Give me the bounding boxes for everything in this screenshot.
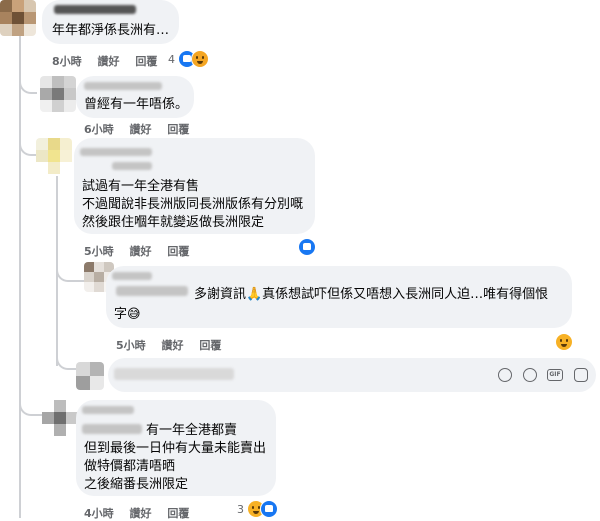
comment-time[interactable]: 8小時 <box>52 55 82 68</box>
comment-text: 年年都淨係長洲有… <box>52 23 170 38</box>
thread-connector <box>56 258 86 282</box>
comment-time[interactable]: 4小時 <box>84 507 114 520</box>
reaction-summary[interactable] <box>555 333 573 351</box>
reply-input[interactable]: GIF <box>108 358 596 392</box>
like-action[interactable]: 讚好 <box>130 507 152 520</box>
comment-time[interactable]: 5小時 <box>84 245 114 258</box>
comment-time[interactable]: 5小時 <box>116 339 146 352</box>
comment-bubble: 曾經有一年唔係。 <box>76 76 194 118</box>
comment-text-line: 做特價都清唔晒 <box>84 459 176 474</box>
comment-bubble: 有一年全港都賣 但到最後一日仲有大量未能賣出 做特價都清唔晒 之後縮番長洲限定 <box>76 400 276 496</box>
reaction-summary[interactable] <box>298 238 316 256</box>
commenter-name[interactable] <box>80 148 152 156</box>
comment-text-line: 有一年全港都賣 <box>146 423 238 438</box>
comment-meta: 4小時 讚好 回覆 <box>84 505 201 521</box>
reply-action[interactable]: 回覆 <box>135 55 157 68</box>
comment-text-line: 但到最後一日仲有大量未能賣出 <box>84 441 267 456</box>
comment-meta: 6小時 讚好 回覆 <box>84 121 201 137</box>
avatar[interactable] <box>40 76 76 112</box>
avatar[interactable] <box>42 400 78 436</box>
commenter-name[interactable] <box>82 406 134 414</box>
commenter-name[interactable] <box>84 82 162 90</box>
reaction-count: 4 <box>168 52 175 66</box>
reply-action[interactable]: 回覆 <box>167 123 189 136</box>
comment-text-line: 字😅 <box>114 307 141 322</box>
thread-connector <box>19 74 37 94</box>
commenter-name-line2[interactable] <box>116 286 188 296</box>
avatar[interactable] <box>0 0 36 36</box>
like-action[interactable]: 讚好 <box>130 123 152 136</box>
like-action[interactable]: 讚好 <box>162 339 184 352</box>
thread-connector <box>19 136 37 156</box>
comment-bubble: 多謝資訊🙏真係想試吓但係又唔想入長洲同人迫…唯有得個恨 字😅 <box>106 266 572 328</box>
like-icon <box>298 238 316 256</box>
reply-action[interactable]: 回覆 <box>199 339 221 352</box>
thread-connector <box>19 396 43 416</box>
comment-bubble: 年年都淨係長洲有… <box>42 0 179 44</box>
reply-action[interactable]: 回覆 <box>167 245 189 258</box>
sad-emoji-icon <box>191 50 209 68</box>
comment-meta: 5小時 讚好 回覆 <box>84 243 201 259</box>
commenter-name-line2[interactable] <box>82 424 142 434</box>
input-placeholder-blur <box>114 368 234 380</box>
commenter-name[interactable] <box>54 5 136 14</box>
like-icon <box>260 500 278 518</box>
comment-meta: 5小時 讚好 回覆 <box>116 337 233 353</box>
comment-time[interactable]: 6小時 <box>84 123 114 136</box>
comment-bubble: 試過有一年全港有售 不過聞說非長洲版同長洲版係有分別嘅 然後跟住嗰年就變返做長洲… <box>74 138 315 234</box>
comment-text-line: 不過聞說非長洲版同長洲版係有分別嘅 <box>82 197 304 212</box>
like-action[interactable]: 讚好 <box>130 245 152 258</box>
emoji-icon[interactable] <box>523 368 537 382</box>
reaction-summary[interactable]: 4 <box>168 50 209 68</box>
comment-meta: 8小時 讚好 回覆 <box>52 53 169 69</box>
avatar <box>76 362 104 390</box>
reaction-summary[interactable]: 3 <box>237 500 278 518</box>
comment-text-line: 試過有一年全港有售 <box>82 179 200 194</box>
comment-text-line: 之後縮番長洲限定 <box>84 477 189 492</box>
sticker-icon[interactable] <box>574 368 588 382</box>
reaction-count: 3 <box>237 502 244 516</box>
laugh-emoji-icon <box>555 333 573 351</box>
commenter-name[interactable] <box>112 272 152 280</box>
comment-text: 曾經有一年唔係。 <box>84 97 189 112</box>
comment-text-line: 然後跟住嗰年就變返做長洲限定 <box>82 215 265 230</box>
gif-icon[interactable]: GIF <box>547 369 563 381</box>
commenter-name-line2[interactable] <box>112 162 152 170</box>
avatar[interactable] <box>36 138 72 174</box>
reply-action[interactable]: 回覆 <box>167 507 189 520</box>
like-action[interactable]: 讚好 <box>98 55 120 68</box>
comment-text-line: 多謝資訊🙏真係想試吓但係又唔想入長洲同人迫…唯有得個恨 <box>194 287 549 302</box>
thread-connector <box>56 352 78 370</box>
thread-line <box>19 30 21 518</box>
avatar-sticker-icon[interactable] <box>498 368 512 382</box>
